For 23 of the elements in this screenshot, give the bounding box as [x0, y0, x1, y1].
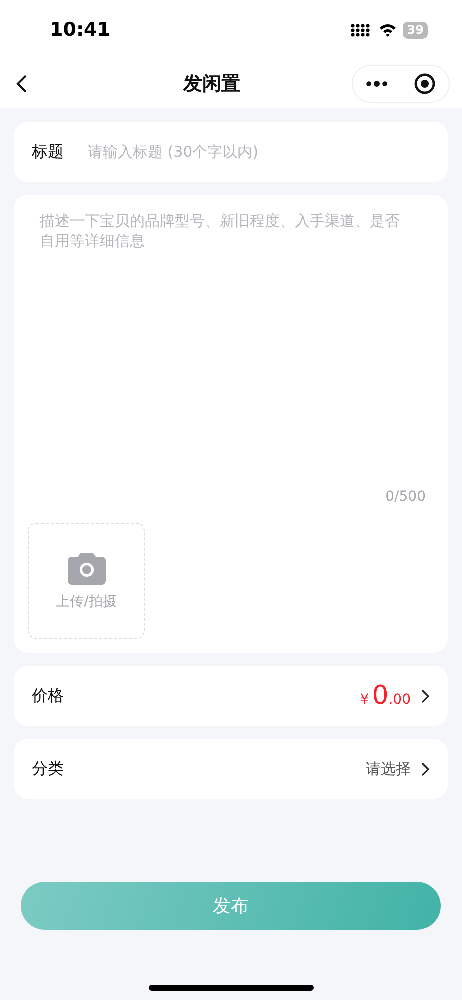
form-row[interactable]: 价格 ¥0.00 — [14, 666, 448, 726]
back-icon[interactable] — [16, 74, 28, 94]
page-title: 发闲置 — [184, 72, 240, 97]
description-field[interactable]: 描述一下宝贝的品牌型号、新旧程度、入手渠道、是否自用等详细信息 0/500 上传/拍摄 — [14, 195, 448, 653]
upload-button[interactable]: 上传/拍摄 — [28, 523, 145, 639]
select-placeholder: 请选择 — [366, 760, 411, 778]
form-row[interactable]: 分类 请选择 — [14, 739, 448, 799]
camera-icon — [68, 552, 106, 584]
battery-level: 39 — [403, 22, 428, 38]
title-label: 标题 — [32, 142, 64, 162]
publish-button[interactable]: 发布 — [21, 882, 441, 930]
row-label: 分类 — [32, 758, 64, 780]
row-label: 价格 — [32, 686, 64, 706]
character-counter: 0/500 — [386, 489, 426, 505]
status-time: 10:41 — [50, 19, 110, 41]
wifi-icon — [379, 23, 398, 37]
chevron-right-icon — [421, 688, 430, 704]
more-icon[interactable] — [366, 81, 388, 87]
description-input[interactable]: 描述一下宝贝的品牌型号、新旧程度、入手渠道、是否自用等详细信息 — [28, 211, 434, 489]
title-input[interactable]: 请输入标题 (30个字以内) — [88, 143, 430, 161]
chevron-right-icon — [421, 762, 430, 776]
capsule-menu[interactable] — [352, 65, 450, 103]
price-value: ¥0.00 — [360, 681, 411, 711]
